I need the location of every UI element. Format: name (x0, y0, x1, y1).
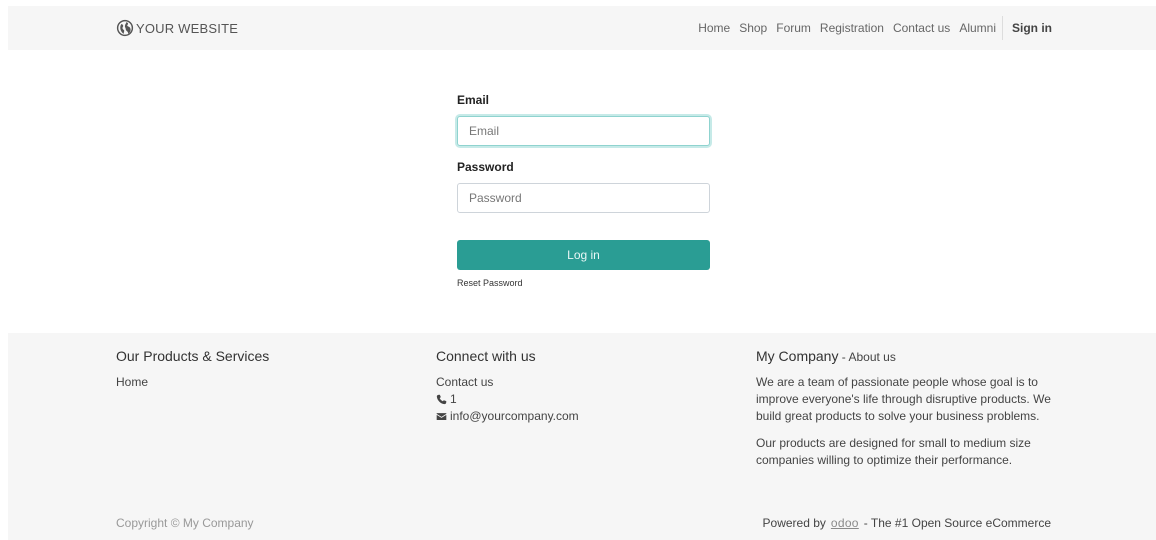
login-button[interactable]: Log in (457, 240, 710, 270)
odoo-logo-link[interactable]: odoo (831, 516, 859, 530)
footer-company-title: My Company - About us (756, 348, 1056, 364)
email-field[interactable] (457, 116, 710, 146)
footer-products-title: Our Products & Services (116, 348, 270, 364)
sign-in-link[interactable]: Sign in (1012, 21, 1052, 35)
nav-registration[interactable]: Registration (820, 21, 884, 35)
page: YOUR WEBSITE Home Shop Forum Registratio… (0, 0, 1156, 540)
footer-company-paragraph-1: We are a team of passionate people whose… (756, 375, 1051, 423)
footer-email-link[interactable]: info@yourcompany.com (450, 408, 579, 425)
footer-company-name: My Company (756, 348, 839, 364)
site-logo[interactable]: YOUR WEBSITE (116, 19, 238, 37)
nav-divider (1002, 16, 1003, 40)
footer-home-link[interactable]: Home (116, 375, 148, 389)
footer-connect-title: Connect with us (436, 348, 536, 364)
footer-company-paragraph-2: Our products are designed for small to m… (756, 436, 1031, 467)
password-label: Password (457, 160, 514, 174)
powered-by-prefix: Powered by (762, 516, 826, 530)
footer-company-column: My Company - About us We are a team of p… (756, 348, 1056, 479)
footer-connect-column: Connect with us Contact us 1 info@yourco… (436, 348, 579, 425)
top-navbar: YOUR WEBSITE Home Shop Forum Registratio… (8, 6, 1156, 50)
nav-alumni[interactable]: Alumni (959, 21, 996, 35)
footer-contact-link[interactable]: Contact us (436, 375, 493, 389)
nav-contact-us[interactable]: Contact us (893, 21, 950, 35)
footer-phone: 1 (436, 391, 579, 408)
nav-forum[interactable]: Forum (776, 21, 811, 35)
globe-icon (116, 19, 134, 37)
reset-password-link[interactable]: Reset Password (457, 278, 523, 288)
nav-home[interactable]: Home (698, 21, 730, 35)
powered-by: Powered by odoo - The #1 Open Source eCo… (763, 516, 1051, 530)
footer-about-us-link[interactable]: - About us (838, 350, 896, 364)
footer: Our Products & Services Home Connect wit… (8, 333, 1156, 540)
envelope-icon (436, 413, 447, 420)
phone-icon (436, 394, 447, 405)
powered-by-suffix-link[interactable]: - The #1 Open Source eCommerce (864, 516, 1051, 530)
email-label: Email (457, 93, 490, 107)
nav-shop[interactable]: Shop (739, 21, 767, 35)
copyright-text: Copyright © My Company (116, 516, 254, 530)
site-logo-text: YOUR WEBSITE (136, 20, 239, 36)
footer-products-column: Our Products & Services Home (116, 348, 269, 391)
main-menu: Home Shop Forum Registration Contact us … (689, 6, 1052, 50)
footer-phone-number: 1 (450, 392, 457, 406)
footer-email: info@yourcompany.com (436, 408, 579, 425)
login-form: Email Password Log in Reset Password (457, 93, 710, 289)
password-field[interactable] (457, 183, 710, 213)
